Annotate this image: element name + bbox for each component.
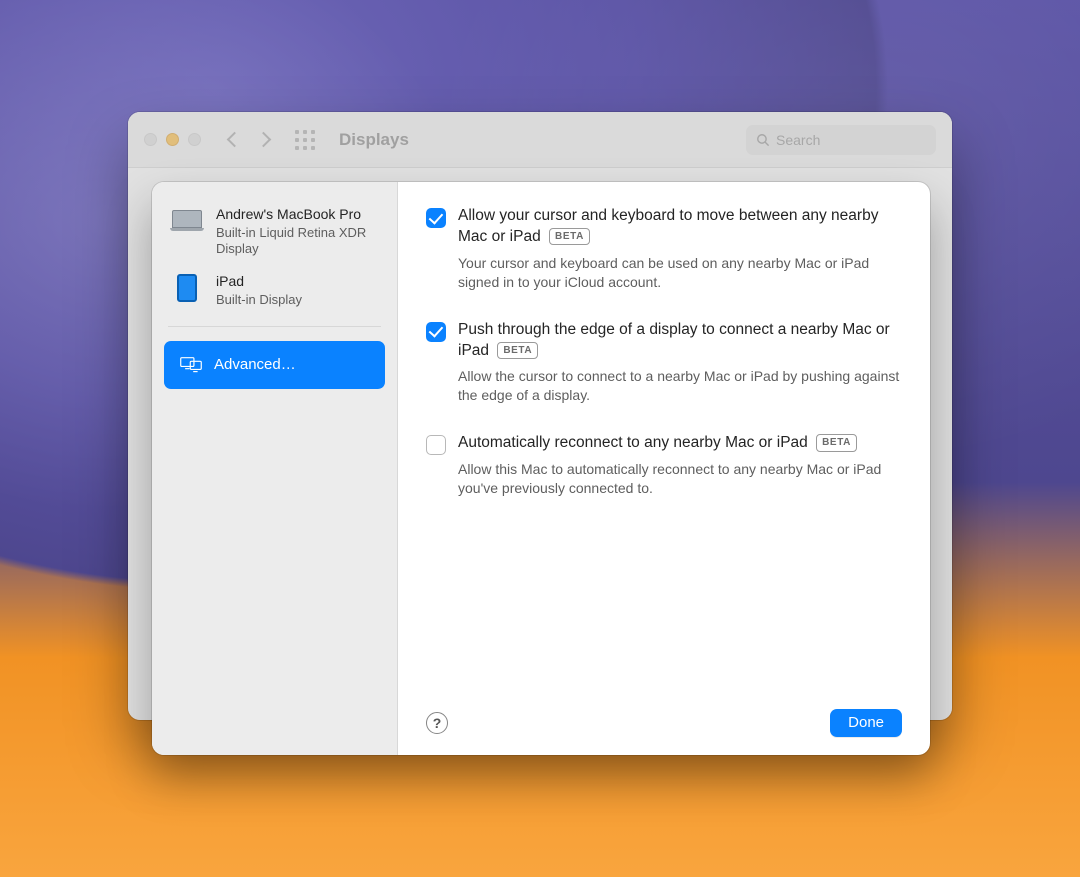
help-button[interactable]: ? [426, 712, 448, 734]
sidebar-separator [168, 326, 381, 327]
option-title: Allow your cursor and keyboard to move b… [458, 206, 902, 248]
show-all-prefs-button[interactable] [295, 130, 315, 150]
ipad-icon [170, 276, 204, 300]
done-button[interactable]: Done [830, 709, 902, 737]
displays-icon [180, 356, 202, 374]
search-icon [756, 133, 770, 147]
sheet-footer: ? Done [426, 709, 902, 737]
checkbox-universal-control[interactable] [426, 208, 446, 228]
option-description: Allow this Mac to automatically reconnec… [458, 460, 902, 498]
advanced-display-sheet: Andrew's MacBook Pro Built-in Liquid Ret… [152, 182, 930, 755]
device-item-ipad[interactable]: iPad Built-in Display [162, 265, 387, 316]
checkbox-push-through-edge[interactable] [426, 322, 446, 342]
option-auto-reconnect: Automatically reconnect to any nearby Ma… [426, 433, 902, 498]
option-title: Automatically reconnect to any nearby Ma… [458, 433, 902, 454]
close-button[interactable] [144, 133, 157, 146]
option-push-through-edge: Push through the edge of a display to co… [426, 320, 902, 406]
beta-badge: BETA [816, 434, 857, 452]
search-field[interactable]: Search [746, 125, 936, 155]
advanced-label: Advanced… [214, 356, 296, 373]
device-item-macbook[interactable]: Andrew's MacBook Pro Built-in Liquid Ret… [162, 198, 387, 265]
sheet-content: Allow your cursor and keyboard to move b… [398, 182, 930, 755]
minimize-button[interactable] [166, 133, 179, 146]
sidebar-item-advanced[interactable]: Advanced… [164, 341, 385, 389]
device-subtitle: Built-in Display [216, 292, 302, 308]
back-button[interactable] [227, 132, 243, 148]
option-title: Push through the edge of a display to co… [458, 320, 902, 362]
help-icon: ? [433, 715, 442, 731]
forward-button[interactable] [256, 132, 272, 148]
window-title: Displays [339, 130, 734, 150]
maximize-button[interactable] [188, 133, 201, 146]
device-name: Andrew's MacBook Pro [216, 206, 379, 224]
sheet-sidebar: Andrew's MacBook Pro Built-in Liquid Ret… [152, 182, 398, 755]
device-subtitle: Built-in Liquid Retina XDR Display [216, 225, 379, 258]
beta-badge: BETA [497, 342, 538, 360]
nav-buttons [229, 134, 269, 145]
beta-badge: BETA [549, 228, 590, 246]
macbook-icon [170, 209, 204, 233]
window-toolbar: Displays Search [128, 112, 952, 168]
checkbox-auto-reconnect[interactable] [426, 435, 446, 455]
option-universal-control: Allow your cursor and keyboard to move b… [426, 206, 902, 292]
device-name: iPad [216, 273, 302, 291]
window-traffic-lights [144, 133, 201, 146]
option-description: Allow the cursor to connect to a nearby … [458, 367, 902, 405]
option-description: Your cursor and keyboard can be used on … [458, 254, 902, 292]
search-placeholder: Search [776, 132, 820, 148]
